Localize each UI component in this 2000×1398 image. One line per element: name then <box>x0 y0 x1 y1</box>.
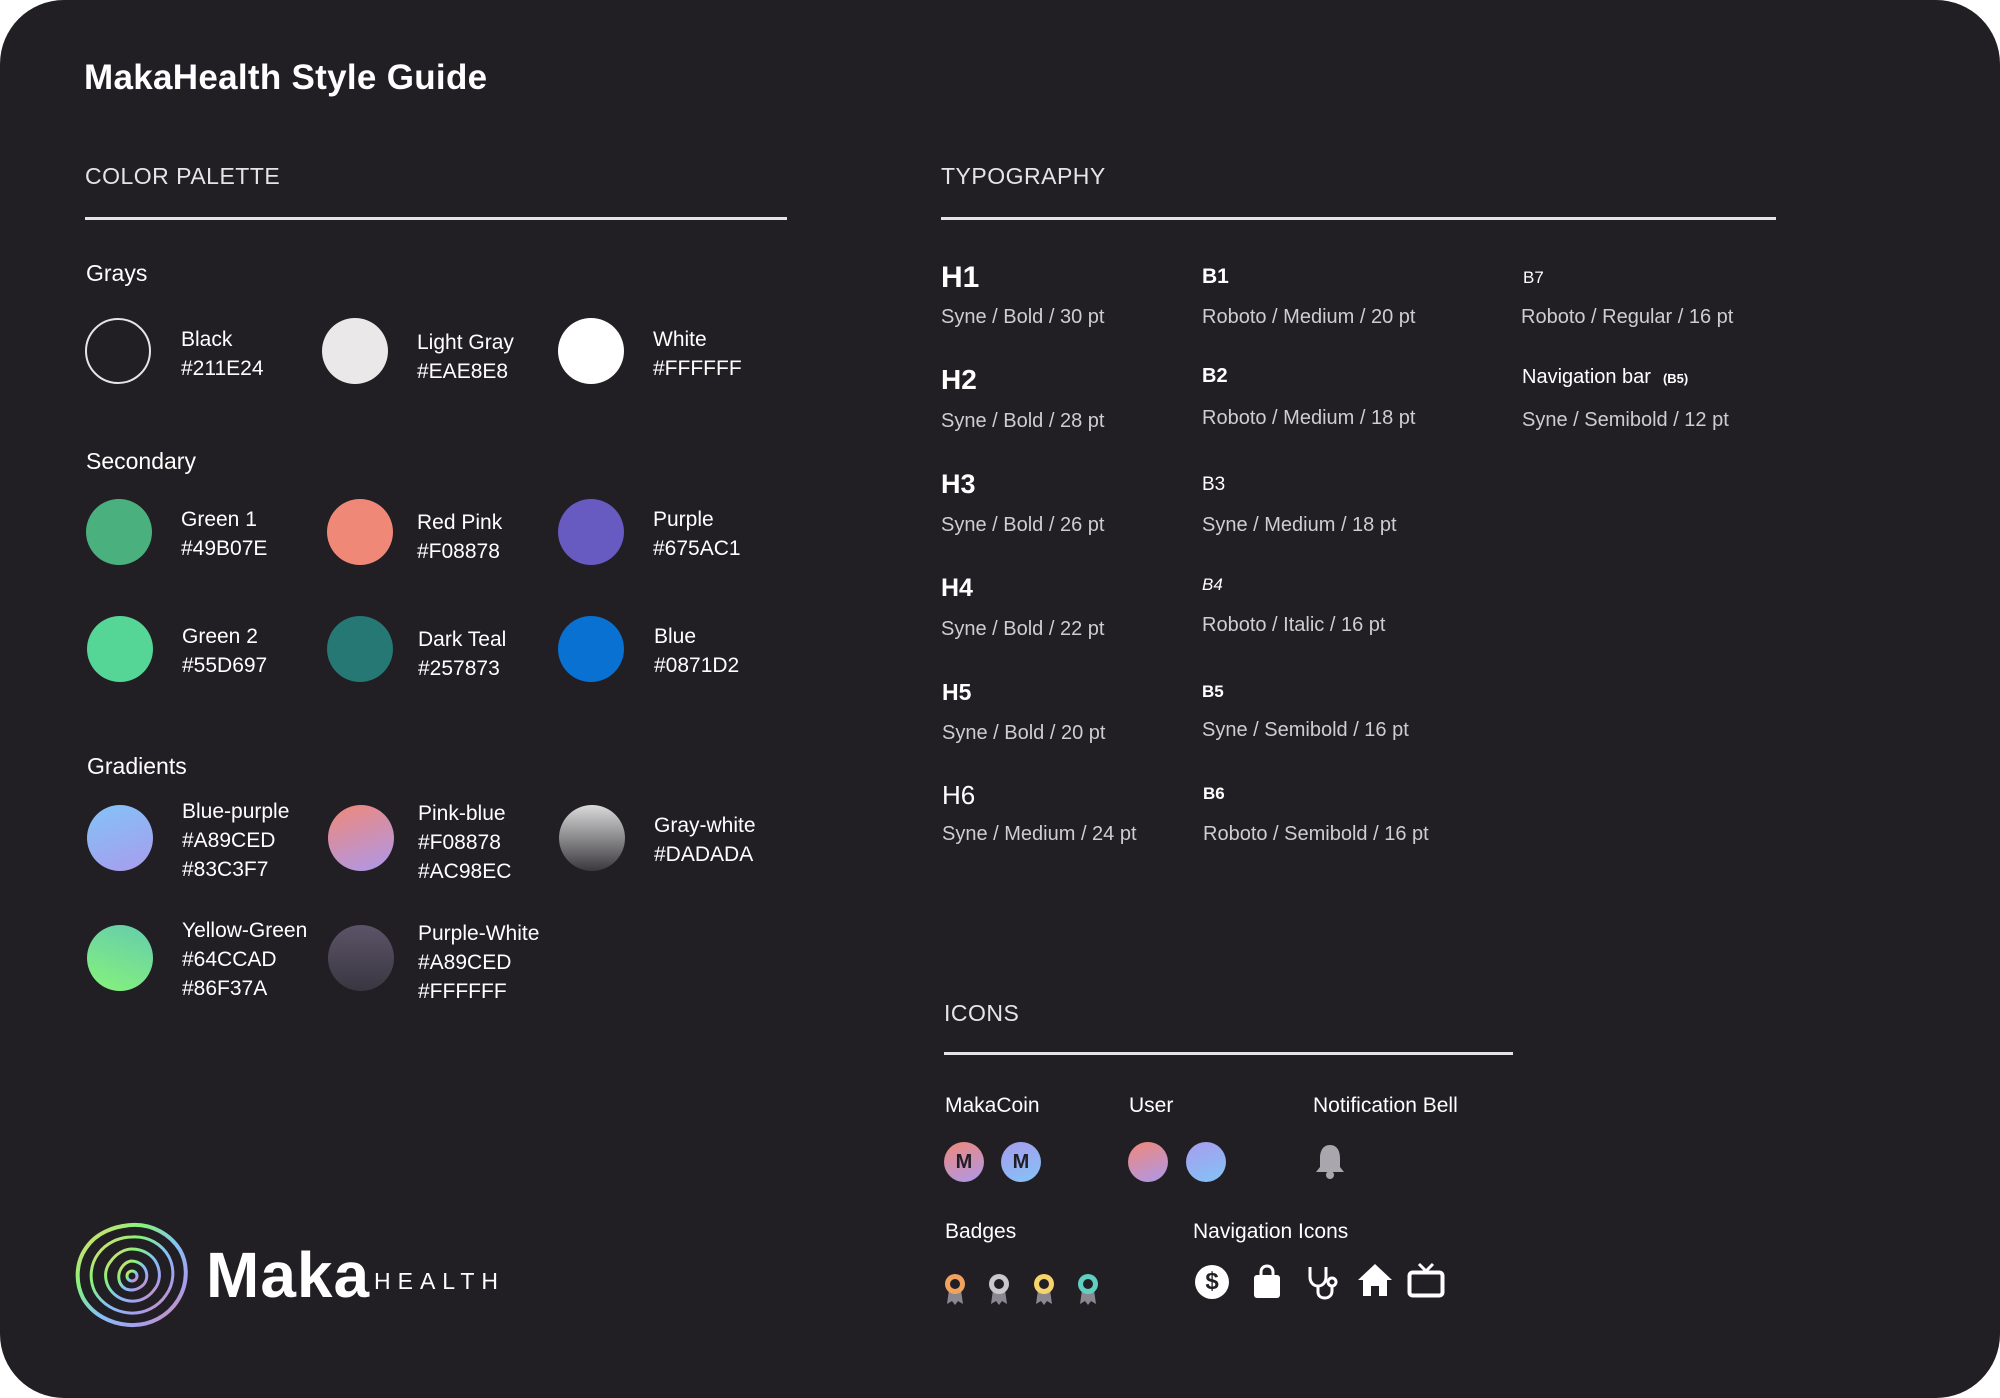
notification-bell-label: Notification Bell <box>1313 1094 1458 1117</box>
type-b7-spec: Roboto / Regular / 16 pt <box>1521 306 1734 328</box>
bell-icon <box>1316 1145 1344 1179</box>
type-h4-spec: Syne / Bold / 22 pt <box>941 618 1105 640</box>
swatch-label-green-1: Green 1 #49B07E <box>181 508 268 560</box>
color-palette-divider <box>85 217 787 220</box>
swatch-purple-white <box>328 925 394 991</box>
swatch-label-light-gray: Light Gray #EAE8E8 <box>417 331 514 383</box>
typography-divider <box>941 217 1776 220</box>
swatch-label-white: White #FFFFFF <box>653 328 742 380</box>
swatch-gray-white <box>559 805 625 871</box>
type-b3-label: B3 <box>1202 474 1226 495</box>
type-h3-spec: Syne / Bold / 26 pt <box>941 514 1105 536</box>
type-b4-spec: Roboto / Italic / 16 pt <box>1202 614 1386 636</box>
logo-subtext: HEALTH <box>374 1268 506 1294</box>
swatch-label-green-2: Green 2 #55D697 <box>182 625 268 677</box>
type-h1-spec: Syne / Bold / 30 pt <box>941 306 1105 328</box>
swatch-label-pink-blue: Pink-blue #F08878 #AC98EC <box>418 802 512 883</box>
user-blue-icon <box>1186 1142 1226 1182</box>
swatch-red-pink <box>327 499 393 565</box>
user-pink-icon <box>1128 1142 1168 1182</box>
type-h6-spec: Syne / Medium / 24 pt <box>942 823 1137 845</box>
type-b2-spec: Roboto / Medium / 18 pt <box>1202 407 1416 429</box>
type-b1-label: B1 <box>1202 265 1229 288</box>
type-nav-bar-tag: (B5) <box>1662 371 1689 386</box>
type-b5-label: B5 <box>1202 682 1224 701</box>
type-b3-spec: Syne / Medium / 18 pt <box>1202 514 1397 536</box>
swatch-pink-blue <box>328 805 394 871</box>
type-nav-bar-label-group: Navigation bar (B5) <box>1522 366 1688 389</box>
page-title: MakaHealth Style Guide <box>84 58 488 97</box>
swatch-label-blue: Blue #0871D2 <box>654 625 740 677</box>
type-h3-label: H3 <box>941 469 976 499</box>
badge-gold-icon <box>1034 1274 1054 1305</box>
tv-icon[interactable] <box>1407 1262 1445 1298</box>
gradients-label: Gradients <box>87 753 187 779</box>
type-b2-label: B2 <box>1202 365 1228 387</box>
color-palette-heading: COLOR PALETTE <box>85 163 281 189</box>
makacoin-blue-icon: M <box>1001 1142 1041 1182</box>
shopping-bag-icon[interactable] <box>1251 1264 1283 1300</box>
swatch-label-black: Black #211E24 <box>181 328 264 380</box>
type-nav-bar-spec: Syne / Semibold / 12 pt <box>1522 409 1729 431</box>
style-guide-card: MakaHealth Style Guide COLOR PALETTE Gra… <box>0 0 2000 1398</box>
type-b7-label: B7 <box>1523 268 1544 287</box>
badge-orange-icon <box>945 1274 965 1305</box>
type-nav-bar-label: Navigation bar <box>1522 366 1651 388</box>
swatch-blue <box>558 616 624 682</box>
type-b6-label: B6 <box>1203 784 1225 803</box>
typography-heading: TYPOGRAPHY <box>941 163 1106 189</box>
secondary-label: Secondary <box>86 448 196 474</box>
swatch-label-red-pink: Red Pink #F08878 <box>417 511 503 563</box>
swatch-purple <box>558 499 624 565</box>
swatch-white <box>558 318 624 384</box>
type-b1-spec: Roboto / Medium / 20 pt <box>1202 306 1416 328</box>
type-h6-label: H6 <box>942 780 976 810</box>
swatch-light-gray <box>322 318 388 384</box>
type-h2-spec: Syne / Bold / 28 pt <box>941 410 1105 432</box>
grays-label: Grays <box>86 260 148 286</box>
type-h5-spec: Syne / Bold / 20 pt <box>942 722 1106 744</box>
swatch-dark-teal <box>327 616 393 682</box>
swatch-blue-purple <box>87 805 153 871</box>
swatch-label-purple: Purple #675AC1 <box>653 508 741 560</box>
makacoin-pink-icon: M <box>944 1142 984 1182</box>
badges-label: Badges <box>945 1220 1017 1243</box>
swatch-green-2 <box>87 616 153 682</box>
dollar-icon[interactable]: $ <box>1195 1265 1229 1299</box>
type-h2-label: H2 <box>941 364 977 395</box>
makacoin-label: MakaCoin <box>945 1094 1040 1117</box>
swatch-label-blue-purple: Blue-purple #A89CED #83C3F7 <box>182 800 290 881</box>
icons-heading: ICONS <box>944 1000 1020 1026</box>
logo-wordmark: Maka <box>206 1239 371 1311</box>
swatch-label-yellow-green: Yellow-Green #64CCAD #86F37A <box>182 919 308 1000</box>
type-b5-spec: Syne / Semibold / 16 pt <box>1202 719 1409 741</box>
type-h4-label: H4 <box>941 574 973 602</box>
badge-teal-icon <box>1078 1274 1098 1305</box>
home-icon[interactable] <box>1356 1262 1394 1298</box>
user-label: User <box>1129 1094 1174 1117</box>
stethoscope-icon[interactable] <box>1305 1264 1339 1300</box>
type-h5-label: H5 <box>942 679 972 705</box>
navigation-icons-label: Navigation Icons <box>1193 1220 1349 1243</box>
badge-silver-icon <box>989 1274 1009 1305</box>
type-h1-label: H1 <box>941 261 980 294</box>
swatch-label-purple-white: Purple-White #A89CED #FFFFFF <box>418 922 540 1003</box>
maka-logo-icon <box>75 1222 188 1328</box>
swatch-label-gray-white: Gray-white #DADADA <box>654 814 756 866</box>
swatch-green-1 <box>86 499 152 565</box>
type-b4-label: B4 <box>1202 575 1223 594</box>
swatch-black <box>85 318 151 384</box>
icons-divider <box>944 1052 1513 1055</box>
swatch-yellow-green <box>87 925 153 991</box>
swatch-label-dark-teal: Dark Teal #257873 <box>418 628 507 680</box>
type-b6-spec: Roboto / Semibold / 16 pt <box>1203 823 1429 845</box>
